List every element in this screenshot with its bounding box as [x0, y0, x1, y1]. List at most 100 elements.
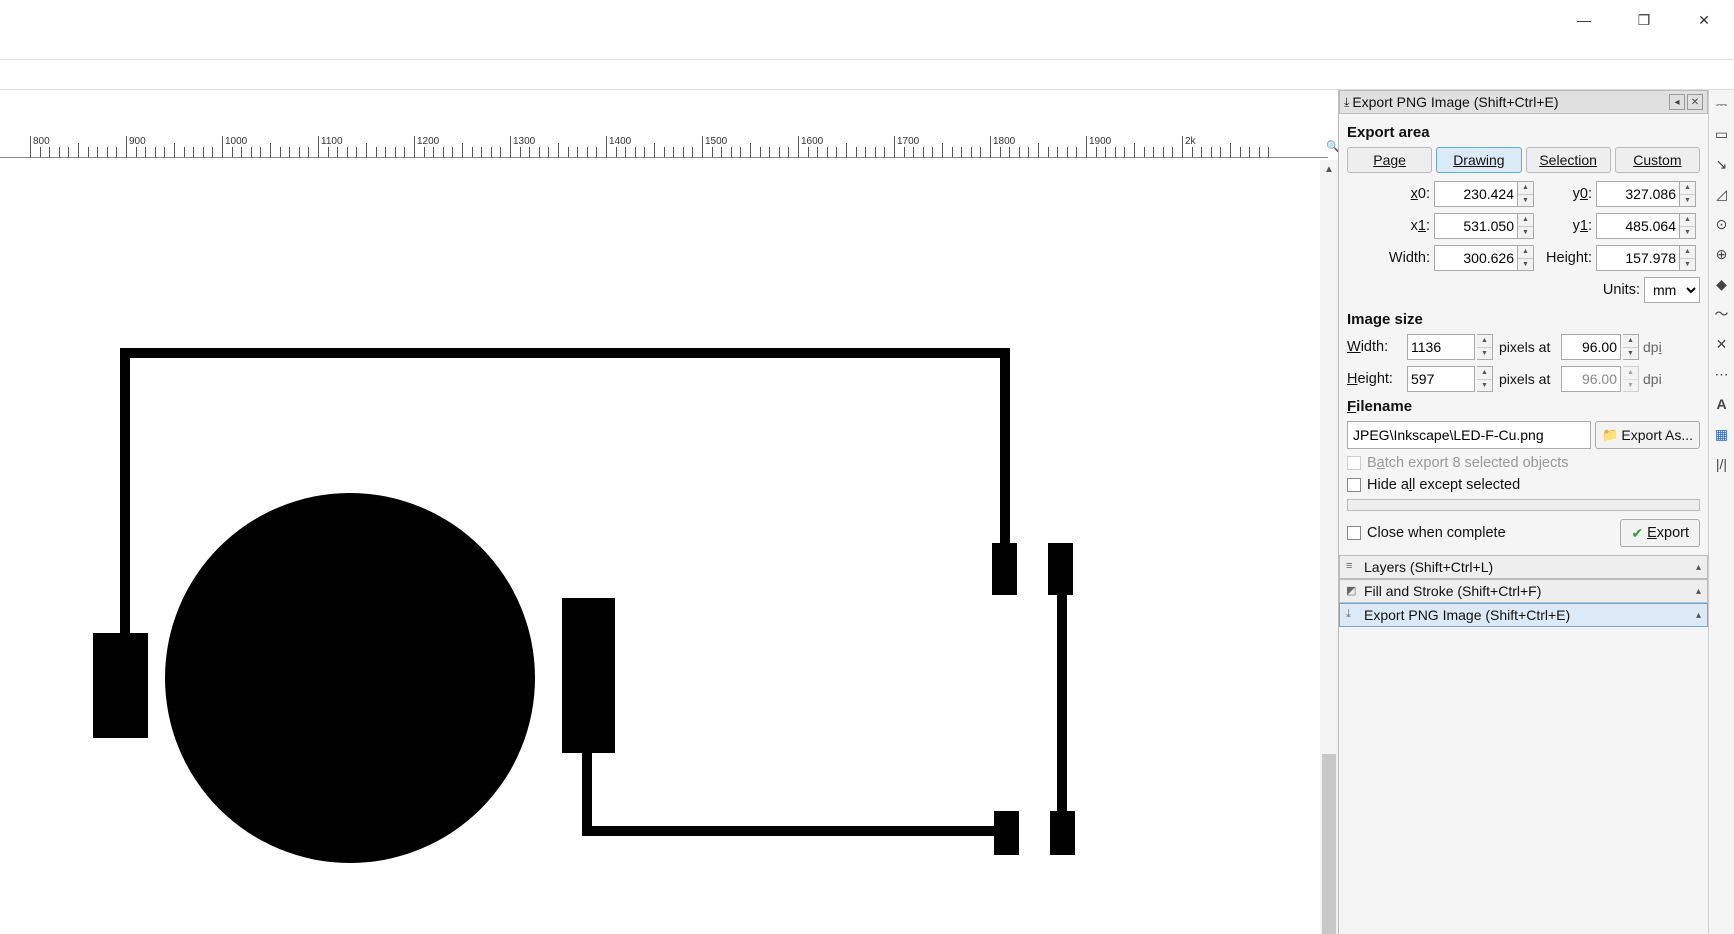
dock-fill-stroke[interactable]: ◩ Fill and Stroke (Shift+Ctrl+F) ▴ — [1339, 579, 1708, 603]
snap-node-icon[interactable]: ◆ — [1712, 274, 1732, 294]
ruler-horizontal[interactable]: 8009001000110012001300140015001600170018… — [0, 136, 1328, 158]
dock-panel: ⤓ Export PNG Image (Shift+Ctrl+E) ◂ ✕ Ex… — [1338, 90, 1708, 934]
pixels-at-label-2: pixels at — [1497, 371, 1559, 387]
snap-midpoint-icon[interactable]: ⊙ — [1712, 214, 1732, 234]
scrollbar-thumb[interactable] — [1322, 754, 1336, 934]
scroll-up-icon[interactable]: ▲ — [1320, 160, 1338, 178]
y1-input[interactable] — [1596, 213, 1680, 239]
x0-spinner[interactable]: ▲▼ — [1518, 181, 1534, 207]
snap-grid-icon[interactable]: ▦ — [1712, 424, 1732, 444]
pixels-at-label: pixels at — [1497, 339, 1559, 355]
x1-spinner[interactable]: ▲▼ — [1518, 213, 1534, 239]
units-select[interactable]: mm — [1644, 277, 1700, 303]
ruler-tick: 1700 — [894, 136, 919, 158]
chevron-up-icon: ▴ — [1696, 610, 1701, 621]
dock-export-icon: ⤓ — [1344, 95, 1349, 110]
snap-path-icon[interactable]: 〜 — [1712, 304, 1732, 324]
img-width-spinner[interactable]: ▲▼ — [1477, 334, 1493, 360]
dock-header[interactable]: ⤓ Export PNG Image (Shift+Ctrl+E) ◂ ✕ — [1339, 90, 1708, 114]
tab-custom[interactable]: Custom — [1615, 147, 1700, 173]
ruler-tick: 1900 — [1086, 136, 1111, 158]
close-when-label: Close when complete — [1367, 525, 1506, 541]
right-tool-strip: ⎓ ▭ ↘ ◿ ⊙ ⊕ ◆ 〜 ✕ ⋯ A ▦ |/| — [1708, 90, 1734, 934]
y1-spinner[interactable]: ▲▼ — [1680, 213, 1696, 239]
zoom-icon[interactable]: 🔍 — [1326, 140, 1338, 153]
height-label: Height: — [1538, 250, 1596, 266]
width-label: Width: — [1380, 250, 1434, 266]
snap-text-icon[interactable]: A — [1712, 394, 1732, 414]
dock-export-png[interactable]: ⤓ Export PNG Image (Shift+Ctrl+E) ▴ — [1339, 603, 1708, 627]
img-width-dpi-spinner[interactable]: ▲▼ — [1623, 334, 1639, 360]
snap-center-icon[interactable]: ⊕ — [1712, 244, 1732, 264]
drawing-area[interactable] — [0, 158, 1320, 934]
snap-icon[interactable]: ⎓ — [1712, 94, 1732, 114]
x1-input[interactable] — [1434, 213, 1518, 239]
snap-intersection-icon[interactable]: ✕ — [1712, 334, 1732, 354]
y0-input[interactable] — [1596, 181, 1680, 207]
img-height-spinner[interactable]: ▲▼ — [1477, 366, 1493, 392]
tab-page[interactable]: Page — [1347, 147, 1432, 173]
minimize-button[interactable]: — — [1554, 2, 1614, 38]
hide-all-row[interactable]: Hide all except selected — [1347, 477, 1700, 493]
scrollbar-vertical[interactable]: ▲ — [1320, 160, 1338, 934]
window-titlebar: — ❐ ✕ — [0, 0, 1734, 40]
folder-icon: 📁 — [1602, 427, 1618, 443]
ruler-tick: 1800 — [990, 136, 1015, 158]
img-height-dpi-spinner: ▲▼ — [1623, 366, 1639, 392]
ruler-tick: 2k — [1182, 136, 1196, 158]
canvas[interactable]: 8009001000110012001300140015001600170018… — [0, 90, 1338, 934]
tab-selection[interactable]: Selection — [1526, 147, 1611, 173]
batch-export-row: Batch export 8 selected objects — [1347, 455, 1700, 471]
ruler-tick: 1200 — [414, 136, 439, 158]
ruler-tick: 1500 — [702, 136, 727, 158]
close-when-checkbox[interactable] — [1347, 526, 1361, 540]
snap-bbox-icon[interactable]: ▭ — [1712, 124, 1732, 144]
hide-all-label: Hide all except selected — [1367, 477, 1520, 493]
maximize-button[interactable]: ❐ — [1614, 2, 1674, 38]
dock-layers[interactable]: ≡ Layers (Shift+Ctrl+L) ▴ — [1339, 555, 1708, 579]
toolbar — [0, 60, 1734, 90]
img-height-input[interactable] — [1407, 366, 1475, 392]
check-icon: ✔ — [1631, 525, 1643, 542]
dock-close-icon[interactable]: ✕ — [1687, 94, 1703, 110]
snap-edge-icon[interactable]: ↘ — [1712, 154, 1732, 174]
y1-label: y1: — [1538, 218, 1596, 234]
img-width-input[interactable] — [1407, 334, 1475, 360]
y0-spinner[interactable]: ▲▼ — [1680, 181, 1696, 207]
chevron-up-icon: ▴ — [1696, 562, 1701, 573]
snap-guide-icon[interactable]: |/| — [1712, 454, 1732, 474]
x0-input[interactable] — [1434, 181, 1518, 207]
tab-drawing[interactable]: Drawing — [1436, 147, 1521, 173]
export-button[interactable]: ✔ Export — [1620, 519, 1700, 547]
chevron-up-icon: ▴ — [1696, 586, 1701, 597]
width-spinner[interactable]: ▲▼ — [1518, 245, 1534, 271]
export-area-tabs: Page Drawing Selection Custom — [1347, 147, 1700, 173]
img-width-dpi-input[interactable] — [1561, 334, 1621, 360]
layers-icon: ≡ — [1346, 560, 1360, 574]
dock-iconify-icon[interactable]: ◂ — [1669, 94, 1685, 110]
width-input[interactable] — [1434, 245, 1518, 271]
ruler-tick: 1600 — [798, 136, 823, 158]
ruler-tick: 1400 — [606, 136, 631, 158]
menubar — [0, 40, 1734, 60]
y0-label: y0: — [1538, 186, 1596, 202]
img-height-dpi-input — [1561, 366, 1621, 392]
filename-heading: Filename — [1347, 398, 1700, 415]
dock-title: Export PNG Image (Shift+Ctrl+E) — [1352, 94, 1667, 110]
hide-all-checkbox[interactable] — [1347, 478, 1361, 492]
img-width-label: Width: — [1347, 339, 1405, 355]
snap-other-icon[interactable]: ⋯ — [1712, 364, 1732, 384]
close-button[interactable]: ✕ — [1674, 2, 1734, 38]
filename-input[interactable] — [1347, 421, 1591, 449]
dpi-label-2: dpi — [1643, 371, 1673, 387]
image-size-heading: Image size — [1347, 311, 1700, 328]
dpi-label: dpi — [1643, 339, 1673, 355]
export-as-button[interactable]: 📁 Export As... — [1595, 421, 1700, 449]
export-progress — [1347, 499, 1700, 511]
snap-corner-icon[interactable]: ◿ — [1712, 184, 1732, 204]
height-spinner[interactable]: ▲▼ — [1680, 245, 1696, 271]
export-icon: ⤓ — [1346, 608, 1360, 622]
img-height-label: Height: — [1347, 371, 1405, 387]
height-input[interactable] — [1596, 245, 1680, 271]
close-when-row[interactable]: Close when complete — [1347, 525, 1506, 541]
